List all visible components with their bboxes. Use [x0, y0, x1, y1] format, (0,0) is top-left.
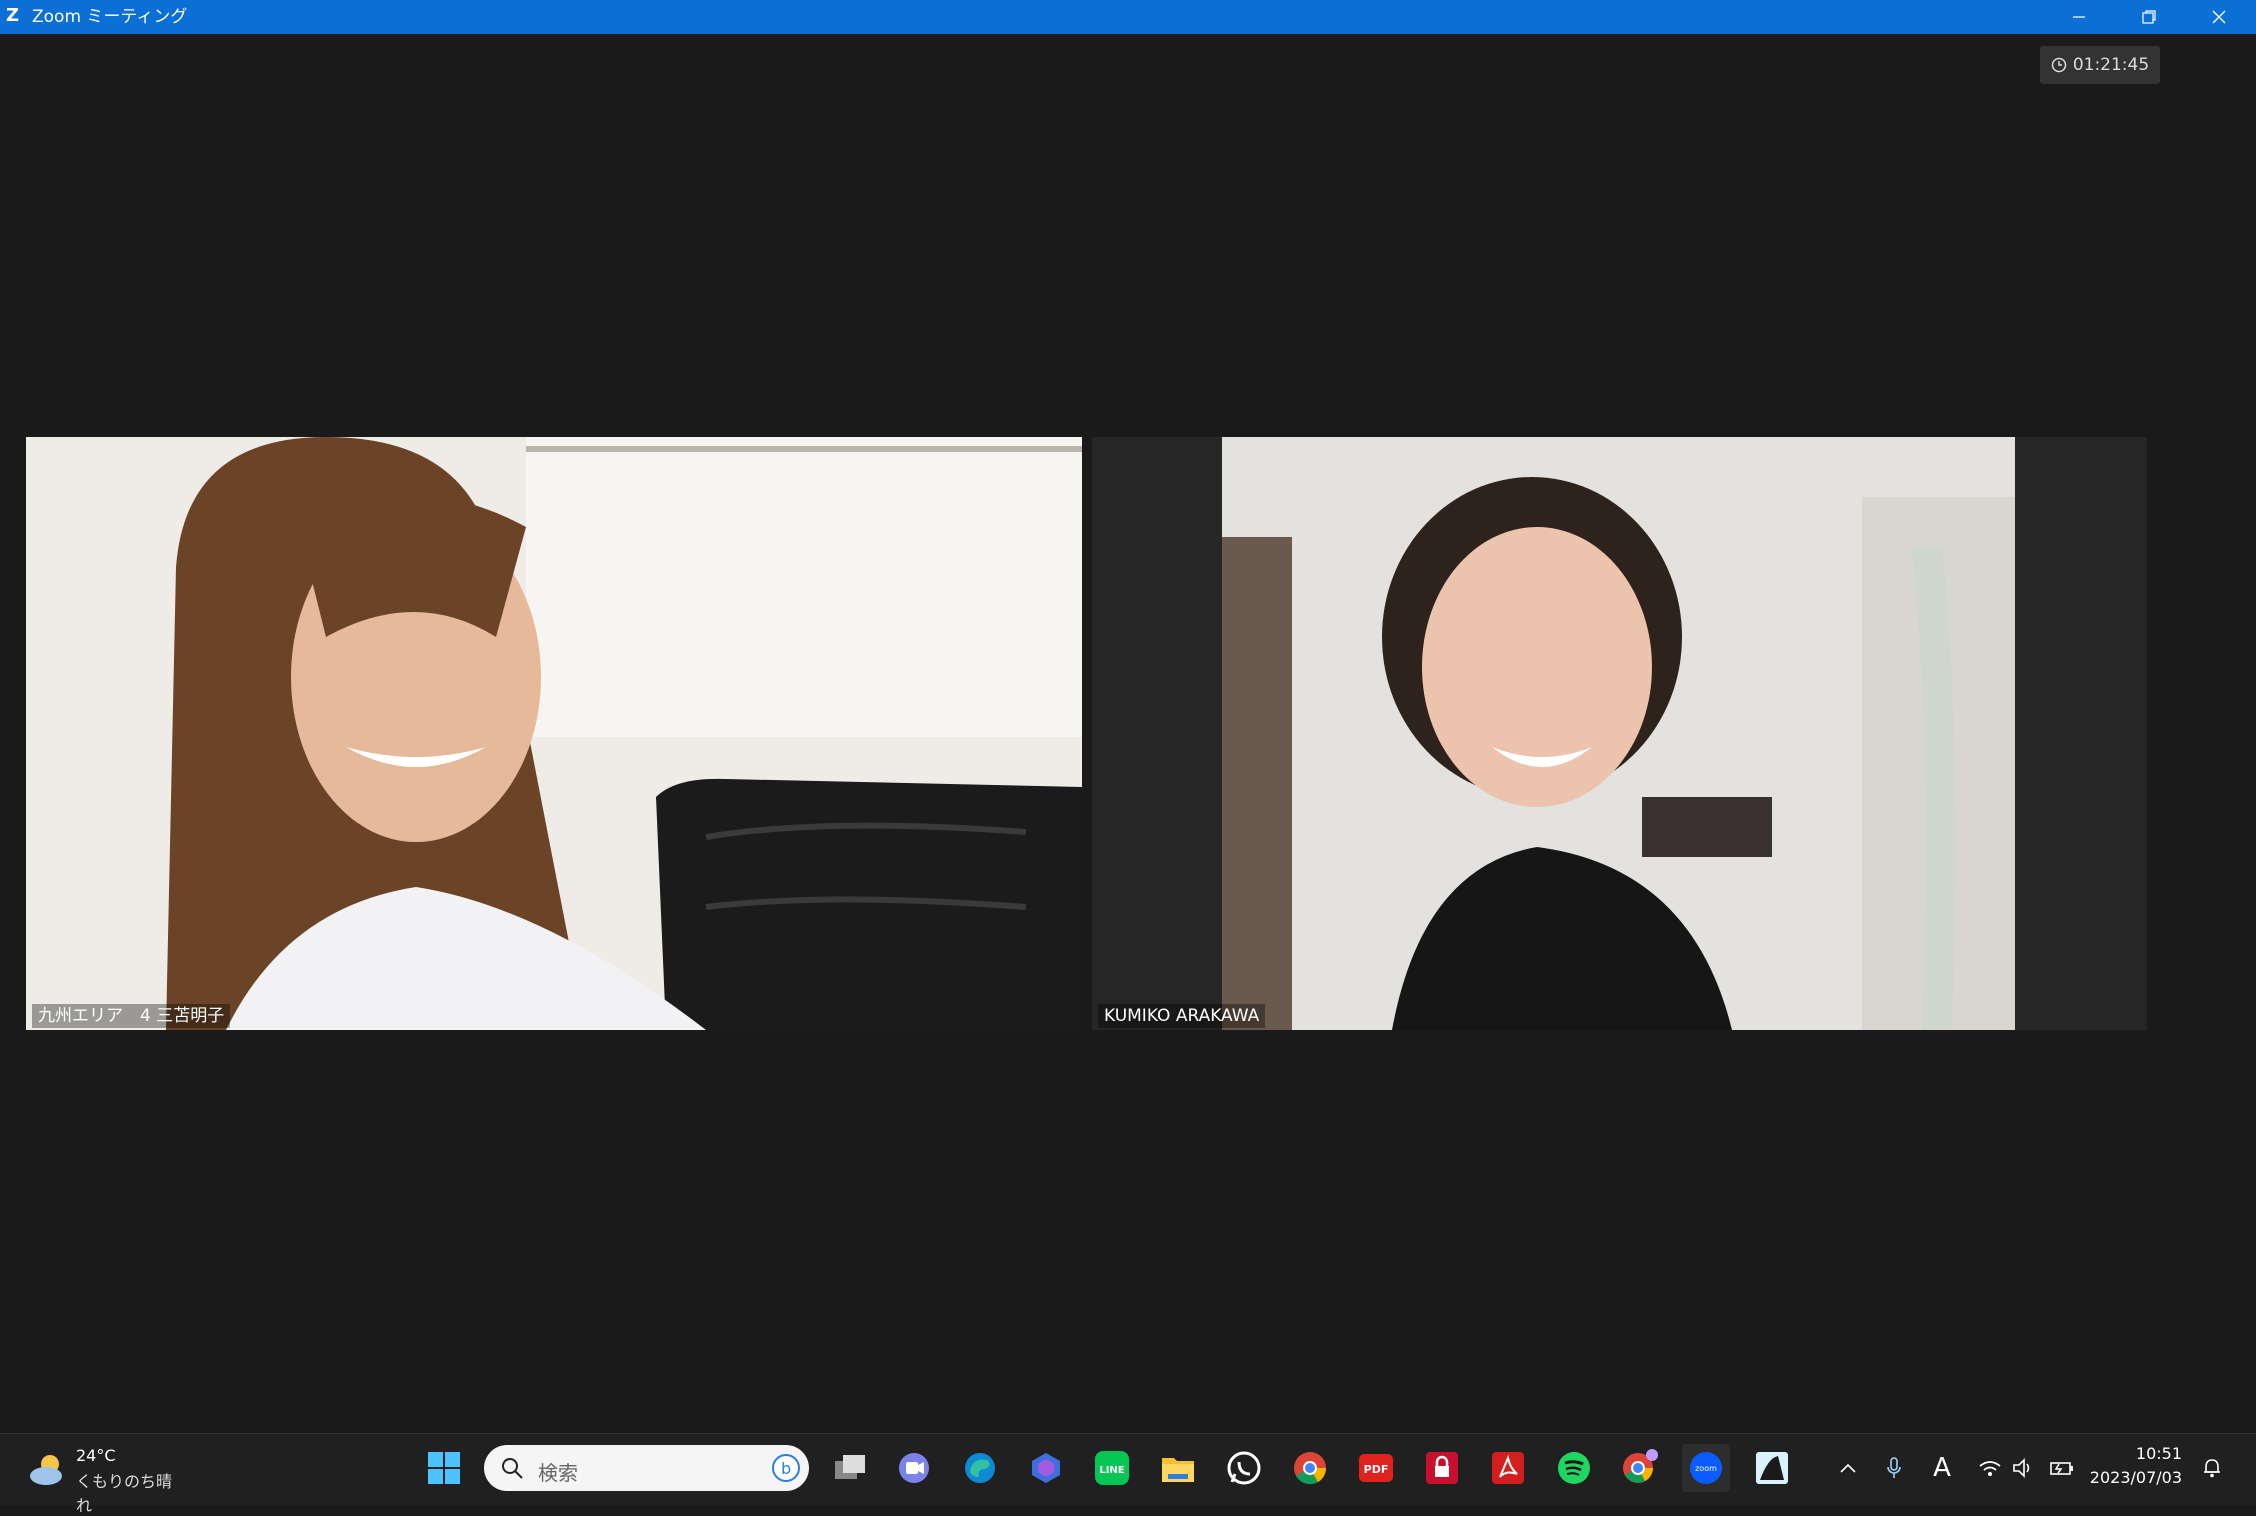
minimize-icon	[2073, 16, 2085, 18]
task-view-icon	[835, 1455, 865, 1479]
notification-center-button[interactable]	[2196, 1452, 2228, 1484]
taskbar-app-zoom[interactable]: zoom	[1682, 1444, 1730, 1492]
taskbar-app-edge[interactable]	[956, 1444, 1004, 1492]
spotify-icon	[1558, 1452, 1590, 1484]
pdf-app-icon: PDF	[1359, 1454, 1393, 1482]
participant-video-tile[interactable]: 九州エリア 4 三苫明子	[26, 437, 1082, 1030]
zoom-logo-icon: Z	[6, 5, 20, 26]
folder-icon	[1162, 1458, 1194, 1482]
kindle-icon	[1756, 1452, 1788, 1484]
close-button[interactable]	[2184, 0, 2254, 34]
taskbar-app-kindle[interactable]	[1748, 1444, 1796, 1492]
windows-taskbar: 24°C くもりのち晴れ 検索 b LINE PDF zoom A 10:51 …	[0, 1433, 2256, 1515]
volume-tray-button[interactable]	[2008, 1452, 2040, 1484]
notification-bell-icon	[2204, 1459, 2220, 1478]
taskbar-app-acrobat[interactable]	[1484, 1444, 1532, 1492]
meeting-timer[interactable]: 01:21:45	[2040, 46, 2160, 84]
window-title: Zoom ミーティング	[32, 7, 188, 27]
minimize-button[interactable]	[2044, 0, 2114, 34]
speaker-icon	[2013, 1458, 2030, 1478]
participant-video	[26, 437, 1082, 1030]
taskbar-app-pdf-editor[interactable]: PDF	[1352, 1444, 1400, 1492]
clock-date: 2023/07/03	[2089, 1468, 2182, 1487]
close-icon	[2212, 10, 2226, 24]
taskbar-clock[interactable]: 10:51 2023/07/03	[2086, 1442, 2182, 1490]
chrome-profile-icon	[1623, 1449, 1658, 1483]
chevron-up-icon	[1840, 1463, 1856, 1473]
task-view-button[interactable]	[826, 1444, 874, 1492]
line-label: LINE	[1099, 1465, 1124, 1476]
wifi-icon	[1979, 1461, 2001, 1476]
elapsed-time: 01:21:45	[2072, 55, 2150, 75]
weather-condition: くもりのち晴れ	[76, 1472, 173, 1515]
restore-icon	[2142, 10, 2156, 24]
clock-time: 10:51	[2135, 1444, 2182, 1463]
taskbar-app-file-explorer[interactable]	[1154, 1444, 1202, 1492]
pdf-label: PDF	[1364, 1463, 1389, 1476]
line-app-icon: LINE	[1095, 1451, 1129, 1485]
clock-icon	[2051, 57, 2067, 73]
taskbar-app-chrome[interactable]	[1286, 1444, 1334, 1492]
zoom-app-icon: zoom	[1690, 1452, 1722, 1484]
teams-chat-icon	[899, 1453, 929, 1483]
participant-name-label: 九州エリア 4 三苫明子	[32, 1004, 231, 1028]
edge-icon	[965, 1453, 995, 1483]
weather-widget[interactable]: 24°C くもりのち晴れ	[26, 1444, 186, 1515]
taskbar-app-teams[interactable]	[890, 1444, 938, 1492]
battery-charging-icon	[2050, 1462, 2073, 1475]
start-button[interactable]	[420, 1444, 468, 1492]
participant-video-tile[interactable]: KUMIKO ARAKAWA	[1092, 437, 2147, 1030]
taskbar-app-whatsapp[interactable]	[1220, 1444, 1268, 1492]
mcafee-lock-icon	[1426, 1452, 1458, 1484]
search-placeholder: 検索	[538, 1461, 578, 1485]
window-titlebar: Z Zoom ミーティング	[0, 0, 2256, 34]
taskbar-app-copilot[interactable]	[1022, 1444, 1070, 1492]
windows-start-icon	[428, 1452, 460, 1484]
microphone-tray-button[interactable]	[1878, 1452, 1910, 1484]
participant-video	[1092, 437, 2147, 1030]
wifi-tray-button[interactable]	[1974, 1452, 2006, 1484]
taskbar-search-box[interactable]: 検索 b	[484, 1445, 809, 1491]
taskbar-app-chrome-profile[interactable]	[1616, 1444, 1664, 1492]
search-icon	[502, 1458, 523, 1479]
bing-chat-icon	[1032, 1453, 1060, 1483]
battery-tray-button[interactable]	[2046, 1452, 2078, 1484]
svg-text:b: b	[781, 1459, 791, 1478]
weather-cloud-icon	[30, 1455, 62, 1485]
show-hidden-icons-button[interactable]	[1832, 1452, 1864, 1484]
weather-temperature: 24°C	[76, 1446, 116, 1465]
zoom-label: zoom	[1695, 1464, 1717, 1473]
taskbar-app-spotify[interactable]	[1550, 1444, 1598, 1492]
restore-button[interactable]	[2114, 0, 2184, 34]
taskbar-app-line[interactable]: LINE	[1088, 1444, 1136, 1492]
chrome-icon	[1294, 1452, 1327, 1485]
whatsapp-icon	[1227, 1451, 1261, 1485]
taskbar-app-mcafee[interactable]	[1418, 1444, 1466, 1492]
acrobat-icon	[1492, 1452, 1524, 1484]
bing-icon[interactable]: b	[771, 1453, 801, 1483]
microphone-icon	[1887, 1457, 1901, 1478]
ime-indicator[interactable]: A	[1926, 1452, 1958, 1484]
participant-name-label: KUMIKO ARAKAWA	[1098, 1004, 1266, 1028]
